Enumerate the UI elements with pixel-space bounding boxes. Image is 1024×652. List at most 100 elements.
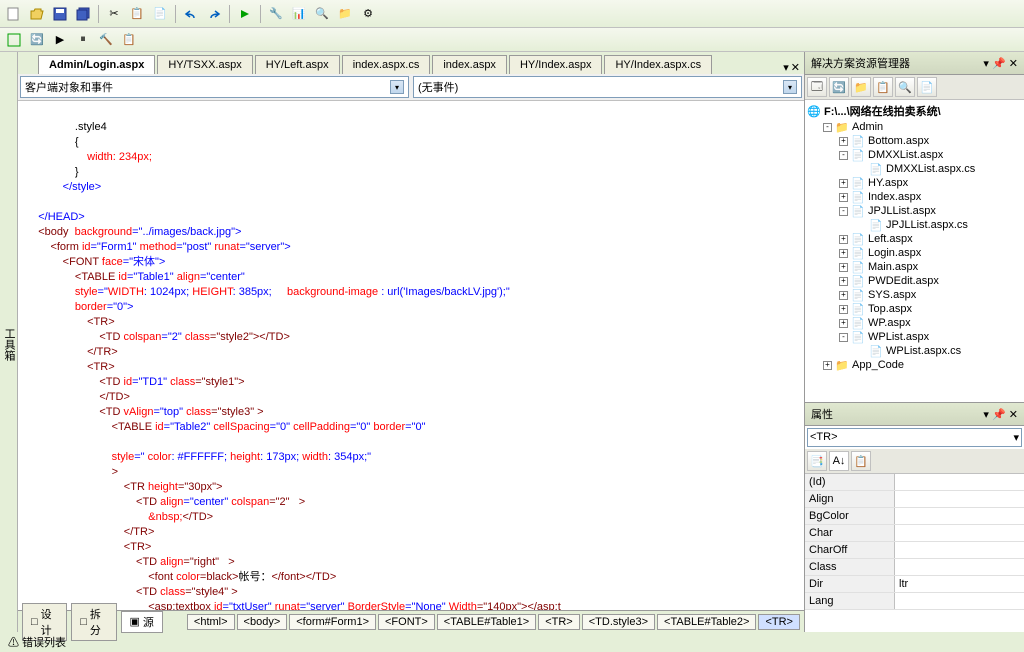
property-value[interactable] bbox=[895, 474, 1024, 490]
tree-expand-icon[interactable]: - bbox=[839, 151, 848, 160]
error-list-icon[interactable]: ⚠ bbox=[8, 637, 19, 649]
icon-4[interactable]: 📁 bbox=[335, 4, 355, 24]
tab-3[interactable]: index.aspx.cs bbox=[342, 55, 431, 74]
object-dropdown[interactable]: 客户端对象和事件 ▾ bbox=[20, 76, 409, 98]
tab-2[interactable]: HY/Left.aspx bbox=[255, 55, 340, 74]
btn-f[interactable]: 📋 bbox=[119, 30, 139, 50]
tab-1[interactable]: HY/TSXX.aspx bbox=[157, 55, 252, 74]
tree-item[interactable]: +📄Top.aspx bbox=[807, 302, 1022, 316]
tab-close-icon[interactable]: ✕ bbox=[791, 61, 800, 74]
btn-c[interactable]: ▶ bbox=[50, 30, 70, 50]
redo-btn[interactable] bbox=[204, 4, 224, 24]
bc-4[interactable]: <TABLE#Table1> bbox=[437, 614, 536, 630]
tree-item[interactable]: +📄Left.aspx bbox=[807, 232, 1022, 246]
tree-item[interactable]: 📄WPList.aspx.cs bbox=[807, 344, 1022, 358]
dropdown-icon[interactable]: ▾ bbox=[983, 58, 989, 70]
property-value[interactable] bbox=[895, 542, 1024, 558]
icon-1[interactable]: 🔧 bbox=[266, 4, 286, 24]
save-all-btn[interactable] bbox=[73, 4, 93, 24]
tree-item[interactable]: +📄WP.aspx bbox=[807, 316, 1022, 330]
solution-tree[interactable]: 🌐 F:\...\网络在线拍卖系统\ -📁Admin+📄Bottom.aspx-… bbox=[805, 100, 1024, 402]
tree-expand-icon[interactable]: - bbox=[823, 123, 832, 132]
properties-grid[interactable]: (Id)AlignBgColorCharCharOffClassDirltrLa… bbox=[805, 474, 1024, 632]
tree-expand-icon[interactable]: + bbox=[839, 235, 848, 244]
close-icon[interactable]: ✕ bbox=[1009, 409, 1018, 421]
copy-btn[interactable]: 📋 bbox=[127, 4, 147, 24]
props-page-icon[interactable]: 📋 bbox=[851, 451, 871, 471]
tree-expand-icon[interactable]: + bbox=[823, 361, 832, 370]
tree-expand-icon[interactable]: + bbox=[839, 291, 848, 300]
bc-5[interactable]: <TR> bbox=[538, 614, 580, 630]
run-btn[interactable] bbox=[235, 4, 255, 24]
tree-root[interactable]: 🌐 F:\...\网络在线拍卖系统\ bbox=[807, 102, 1022, 120]
tree-item[interactable]: -📄DMXXList.aspx bbox=[807, 148, 1022, 162]
tree-expand-icon[interactable]: + bbox=[839, 277, 848, 286]
tree-item[interactable]: +📁App_Code bbox=[807, 358, 1022, 372]
property-row[interactable]: Dirltr bbox=[805, 576, 1024, 593]
property-value[interactable] bbox=[895, 593, 1024, 609]
tab-5[interactable]: HY/Index.aspx bbox=[509, 55, 603, 74]
icon-3[interactable]: 🔍 bbox=[312, 4, 332, 24]
icon-2[interactable]: 📊 bbox=[289, 4, 309, 24]
refresh-icon[interactable]: 🔄 bbox=[829, 77, 849, 97]
tree-item[interactable]: +📄SYS.aspx bbox=[807, 288, 1022, 302]
bc-2[interactable]: <form#Form1> bbox=[289, 614, 376, 630]
property-row[interactable]: BgColor bbox=[805, 508, 1024, 525]
tree-expand-icon[interactable]: + bbox=[839, 263, 848, 272]
bc-0[interactable]: <html> bbox=[187, 614, 235, 630]
tree-item[interactable]: -📄JPJLList.aspx bbox=[807, 204, 1022, 218]
view-icon[interactable]: 🔍 bbox=[895, 77, 915, 97]
tree-item[interactable]: +📄HY.aspx bbox=[807, 176, 1022, 190]
bc-3[interactable]: <FONT> bbox=[378, 614, 435, 630]
toolbox-sidebar[interactable]: 工具箱 bbox=[0, 52, 18, 632]
btn-a[interactable] bbox=[4, 30, 24, 50]
tree-expand-icon[interactable]: + bbox=[839, 193, 848, 202]
paste-btn[interactable]: 📄 bbox=[150, 4, 170, 24]
alphabetical-icon[interactable]: A↓ bbox=[829, 451, 849, 471]
tree-expand-icon[interactable]: + bbox=[839, 137, 848, 146]
property-value[interactable] bbox=[895, 508, 1024, 524]
tab-6[interactable]: HY/Index.aspx.cs bbox=[604, 55, 712, 74]
btn-e[interactable]: 🔨 bbox=[96, 30, 116, 50]
cut-btn[interactable]: ✂ bbox=[104, 4, 124, 24]
tree-expand-icon[interactable]: - bbox=[839, 333, 848, 342]
property-row[interactable]: CharOff bbox=[805, 542, 1024, 559]
property-row[interactable]: Class bbox=[805, 559, 1024, 576]
prop-icon[interactable]: 🗔 bbox=[807, 77, 827, 97]
tree-item[interactable]: -📁Admin bbox=[807, 120, 1022, 134]
bc-1[interactable]: <body> bbox=[237, 614, 288, 630]
property-value[interactable] bbox=[895, 525, 1024, 541]
split-tab[interactable]: □拆分 bbox=[71, 603, 116, 641]
copy-path-icon[interactable]: 📄 bbox=[917, 77, 937, 97]
tree-expand-icon[interactable]: + bbox=[839, 249, 848, 258]
bc-8[interactable]: <TR> bbox=[758, 614, 800, 630]
property-row[interactable]: Char bbox=[805, 525, 1024, 542]
pin-icon[interactable]: 📌 bbox=[992, 409, 1006, 421]
tab-dropdown-icon[interactable]: ▾ bbox=[783, 61, 789, 74]
tree-expand-icon[interactable]: + bbox=[839, 179, 848, 188]
property-value[interactable]: ltr bbox=[895, 576, 1024, 592]
close-icon[interactable]: ✕ bbox=[1009, 58, 1018, 70]
tab-4[interactable]: index.aspx bbox=[432, 55, 507, 74]
tree-item[interactable]: +📄PWDEdit.aspx bbox=[807, 274, 1022, 288]
tree-expand-icon[interactable]: - bbox=[839, 207, 848, 216]
undo-btn[interactable] bbox=[181, 4, 201, 24]
new-project-btn[interactable] bbox=[4, 4, 24, 24]
bc-6[interactable]: <TD.style3> bbox=[582, 614, 655, 630]
tree-item[interactable]: +📄Bottom.aspx bbox=[807, 134, 1022, 148]
source-tab[interactable]: ▣源 bbox=[121, 611, 163, 633]
dropdown-icon[interactable]: ▾ bbox=[983, 409, 989, 421]
icon-5[interactable]: ⚙ bbox=[358, 4, 378, 24]
property-row[interactable]: Align bbox=[805, 491, 1024, 508]
tree-item[interactable]: 📄DMXXList.aspx.cs bbox=[807, 162, 1022, 176]
tree-item[interactable]: 📄JPJLList.aspx.cs bbox=[807, 218, 1022, 232]
properties-selector[interactable]: <TR> ▾ bbox=[807, 428, 1022, 447]
tree-expand-icon[interactable]: + bbox=[839, 305, 848, 314]
tab-0[interactable]: Admin/Login.aspx bbox=[38, 55, 155, 74]
show-icon[interactable]: 📋 bbox=[873, 77, 893, 97]
code-editor[interactable]: .style4 { width: 234px; } </style> </HEA… bbox=[18, 101, 804, 610]
tree-expand-icon[interactable]: + bbox=[839, 319, 848, 328]
tree-item[interactable]: +📄Main.aspx bbox=[807, 260, 1022, 274]
property-value[interactable] bbox=[895, 491, 1024, 507]
nest-icon[interactable]: 📁 bbox=[851, 77, 871, 97]
